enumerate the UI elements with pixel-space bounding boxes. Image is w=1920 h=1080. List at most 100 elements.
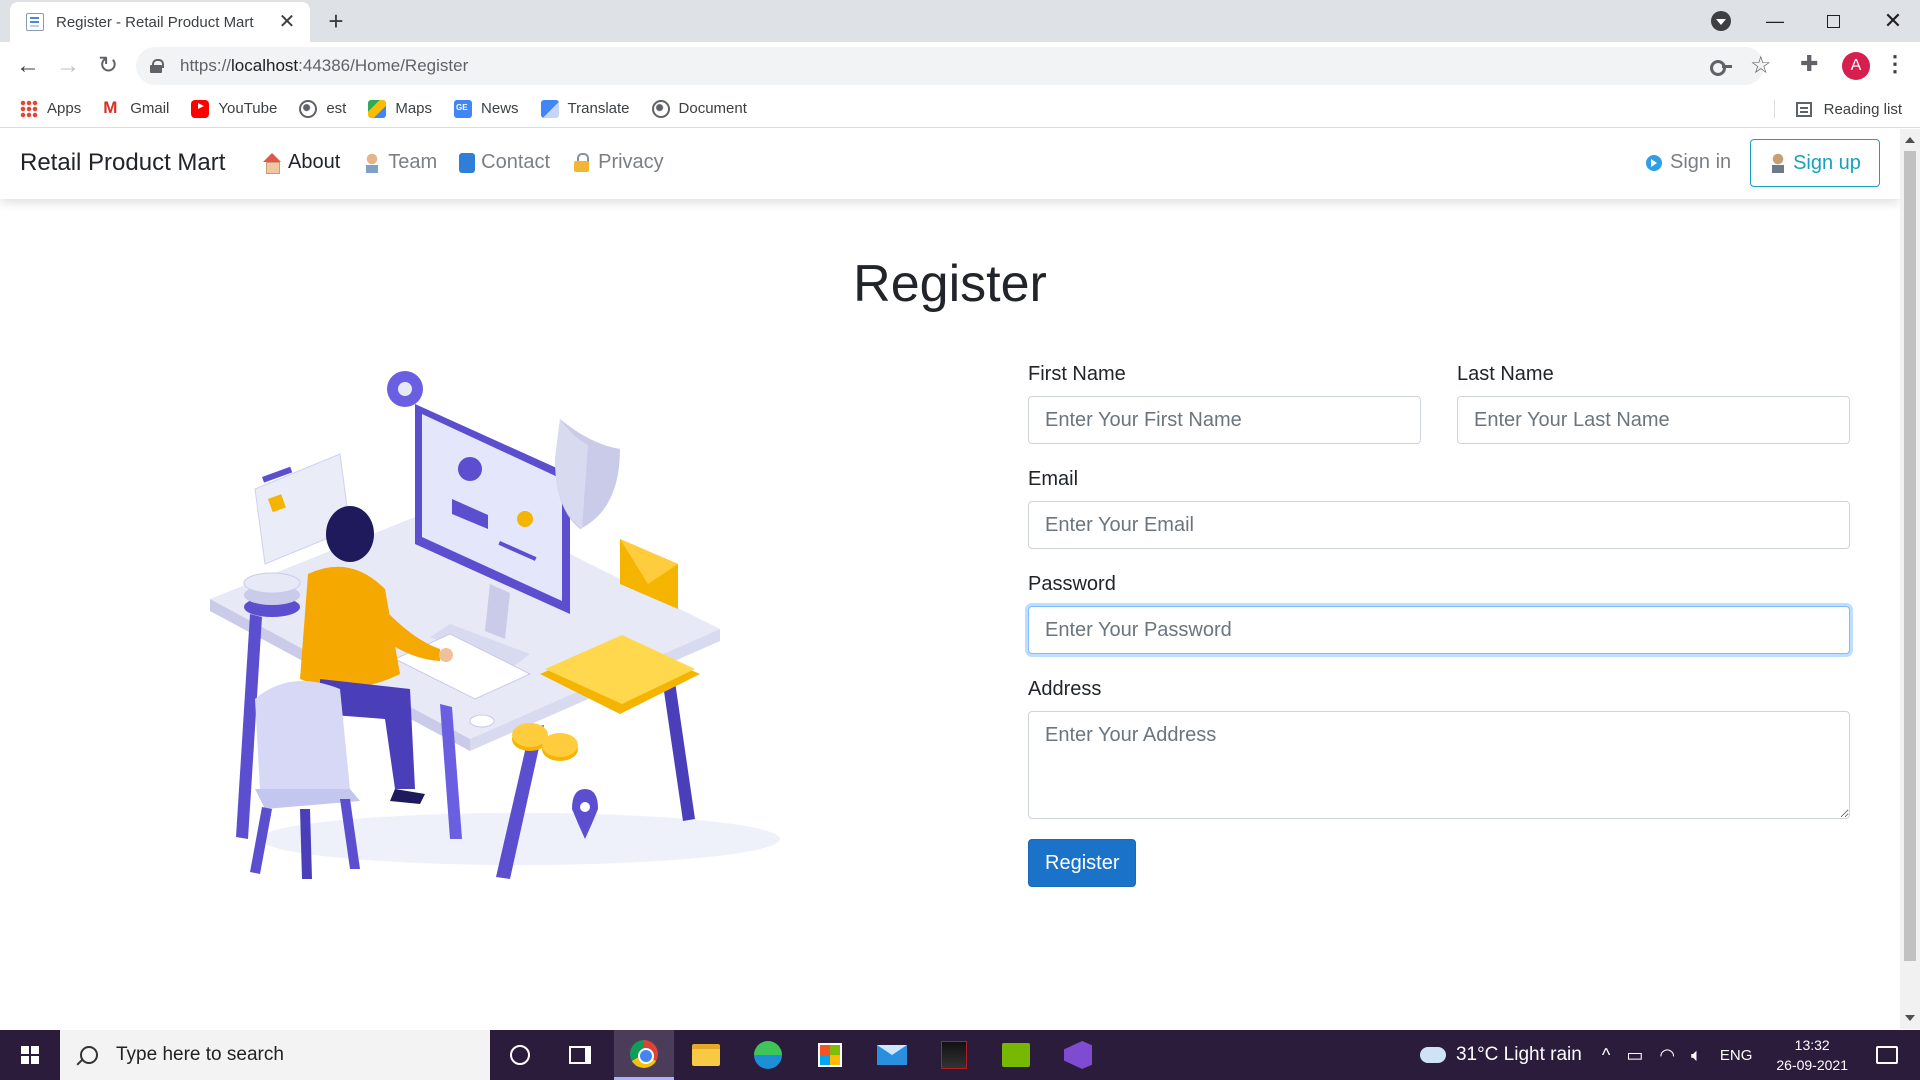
bookmark-youtube[interactable]: YouTube: [191, 99, 277, 118]
forward-arrow-icon[interactable]: →: [50, 48, 86, 84]
last-name-group: Last Name: [1457, 363, 1850, 444]
microsoft-store-icon[interactable]: [800, 1030, 860, 1080]
translate-icon: [540, 99, 559, 118]
scroll-up-arrow-icon[interactable]: [1905, 137, 1915, 143]
nav-link-about[interactable]: About: [262, 151, 340, 174]
contact-icon: [459, 152, 476, 173]
bookmark-star-icon[interactable]: ☆: [1750, 51, 1772, 80]
sign-in-link[interactable]: Sign in: [1646, 151, 1731, 174]
bookmark-news[interactable]: News: [454, 99, 519, 118]
bookmarks-bar: Apps Gmail YouTube est Maps News Transla…: [0, 90, 1920, 128]
site-navbar: Retail Product Mart About Team Contact P…: [0, 129, 1900, 199]
windows-taskbar: Type here to search 31°C Light rain ^ ▭ …: [0, 1030, 1920, 1080]
task-view-icon[interactable]: [550, 1030, 610, 1080]
scroll-down-arrow-icon[interactable]: [1905, 1015, 1915, 1021]
lock-icon: [572, 152, 592, 173]
youtube-icon: [191, 99, 210, 118]
tab-search-icon[interactable]: [1706, 0, 1736, 42]
battery-icon[interactable]: ▭: [1626, 1045, 1643, 1066]
address-group: Address: [1028, 678, 1850, 819]
clock-time: 13:32: [1794, 1037, 1830, 1053]
apps-grid-icon: [20, 99, 38, 118]
email-input[interactable]: [1028, 501, 1850, 549]
reading-list-button[interactable]: Reading list: [1773, 90, 1902, 128]
key-icon[interactable]: [1710, 56, 1732, 76]
globe-icon: [651, 99, 670, 118]
tab-close-icon[interactable]: ✕: [276, 12, 298, 32]
reload-icon[interactable]: ↻: [90, 48, 126, 84]
maps-icon: [368, 99, 387, 118]
gmail-icon: [103, 98, 121, 118]
nav-link-contact[interactable]: Contact: [459, 151, 550, 174]
user-icon: [1769, 153, 1788, 173]
weather-text[interactable]: 31°C Light rain: [1456, 1044, 1582, 1066]
windows-start-icon[interactable]: [0, 1030, 60, 1080]
site-brand[interactable]: Retail Product Mart: [20, 149, 225, 177]
speaker-icon[interactable]: 🔈︎: [1691, 1045, 1702, 1066]
wifi-icon[interactable]: ◠: [1659, 1045, 1675, 1066]
minimize-button[interactable]: —: [1752, 0, 1798, 42]
page-scrollbar[interactable]: [1900, 129, 1920, 1029]
predator-sense-icon[interactable]: [924, 1030, 984, 1080]
password-input[interactable]: [1028, 606, 1850, 654]
address-label: Address: [1028, 678, 1102, 700]
kebab-menu-icon[interactable]: ⋮: [1884, 51, 1906, 77]
language-indicator[interactable]: ENG: [1720, 1047, 1753, 1064]
file-explorer-icon[interactable]: [676, 1030, 736, 1080]
extensions-puzzle-icon[interactable]: ✚: [1800, 51, 1818, 77]
page-title: Register: [853, 255, 1047, 313]
cloud-rain-icon[interactable]: [1419, 1047, 1446, 1063]
address-textarea[interactable]: [1028, 711, 1850, 819]
taskbar-search-placeholder: Type here to search: [116, 1044, 284, 1065]
globe-icon: [299, 99, 318, 118]
nav-link-privacy[interactable]: Privacy: [572, 151, 664, 174]
browser-tab[interactable]: Register - Retail Product Mart ✕: [10, 2, 310, 42]
taskbar-search-box[interactable]: Type here to search: [60, 1030, 490, 1080]
page-viewport: Retail Product Mart About Team Contact P…: [0, 129, 1920, 1029]
person-at-computer-illustration: [210, 371, 780, 879]
bookmark-apps[interactable]: Apps: [20, 99, 81, 118]
mail-icon[interactable]: [862, 1030, 922, 1080]
bookmark-gmail[interactable]: Gmail: [103, 98, 169, 118]
first-name-label: First Name: [1028, 363, 1126, 385]
bookmark-maps[interactable]: Maps: [368, 99, 432, 118]
address-bar[interactable]: https://localhost:44386/Home/Register: [136, 47, 1764, 85]
maximize-button[interactable]: [1810, 0, 1856, 42]
chrome-taskbar-icon[interactable]: [614, 1030, 674, 1080]
profile-avatar[interactable]: A: [1842, 52, 1870, 80]
notification-center-icon[interactable]: [1876, 1046, 1898, 1064]
page-favicon-icon: [26, 13, 44, 31]
last-name-label: Last Name: [1457, 363, 1554, 385]
edge-icon[interactable]: [738, 1030, 798, 1080]
reading-list-icon: [1795, 101, 1812, 117]
browser-toolbar: ← → ↻ https://localhost:44386/Home/Regis…: [0, 42, 1920, 90]
new-tab-button[interactable]: +: [322, 8, 350, 36]
scroll-thumb[interactable]: [1904, 151, 1916, 961]
password-label: Password: [1028, 573, 1116, 595]
sign-up-button[interactable]: Sign up: [1750, 139, 1880, 187]
password-group: Password: [1028, 573, 1850, 654]
url-text[interactable]: https://localhost:44386/Home/Register: [180, 56, 468, 76]
nvidia-icon[interactable]: [986, 1030, 1046, 1080]
visual-studio-icon[interactable]: [1048, 1030, 1108, 1080]
last-name-input[interactable]: [1457, 396, 1850, 444]
close-window-button[interactable]: ✕: [1866, 0, 1920, 42]
lock-icon[interactable]: [150, 59, 164, 73]
browser-tab-strip: Register - Retail Product Mart ✕ + — ✕: [0, 0, 1920, 42]
bookmark-document[interactable]: Document: [651, 99, 747, 118]
email-label: Email: [1028, 468, 1079, 490]
register-submit-button[interactable]: Register: [1028, 839, 1137, 887]
first-name-input[interactable]: [1028, 396, 1421, 444]
back-arrow-icon[interactable]: ←: [10, 48, 46, 84]
email-group: Email: [1028, 468, 1850, 549]
search-icon: [80, 1046, 98, 1064]
clock-date: 26-09-2021: [1776, 1057, 1848, 1073]
bookmark-est[interactable]: est: [299, 99, 346, 118]
taskbar-clock[interactable]: 13:32 26-09-2021: [1776, 1035, 1848, 1075]
chevron-up-icon[interactable]: ^: [1602, 1045, 1610, 1066]
first-name-group: First Name: [1028, 363, 1421, 444]
nav-link-team[interactable]: Team: [362, 151, 437, 174]
bookmark-translate[interactable]: Translate: [540, 99, 630, 118]
cortana-icon[interactable]: [490, 1030, 550, 1080]
home-icon: [262, 152, 282, 174]
